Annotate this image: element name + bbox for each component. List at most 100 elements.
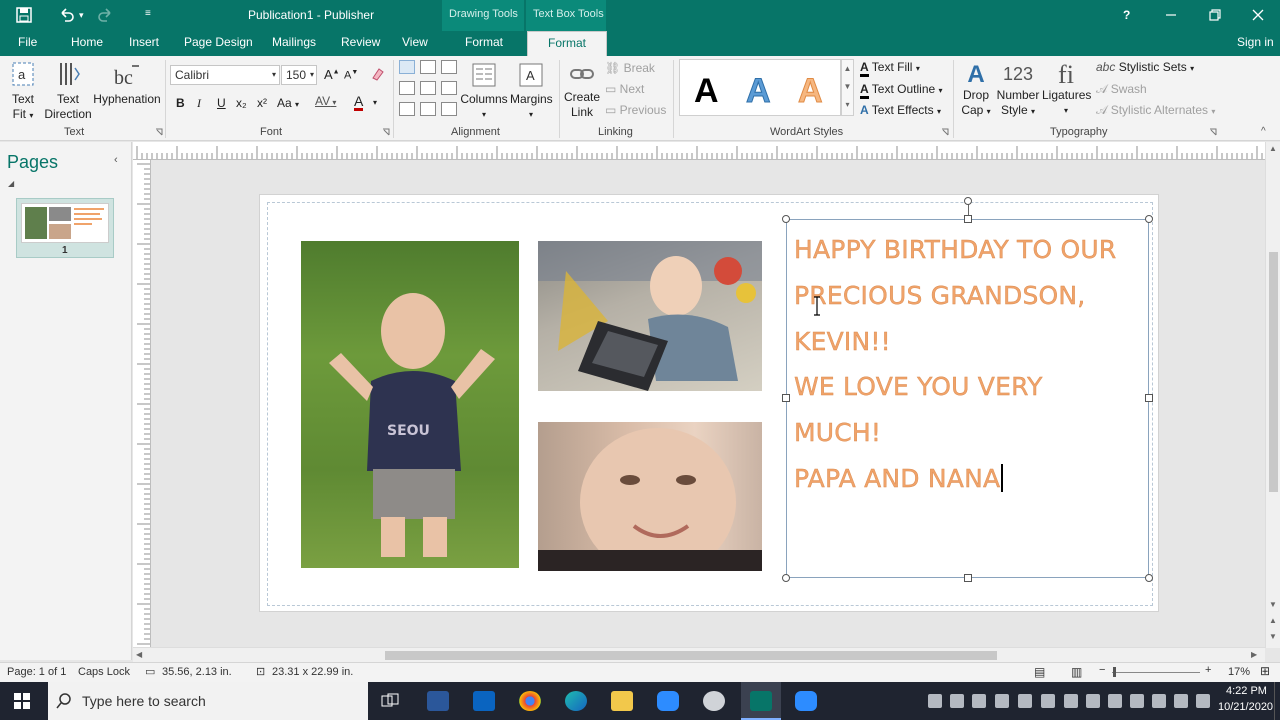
swash-button[interactable]: 𝒜 Swash [1096,82,1147,97]
customize-qat-icon[interactable]: ≡ [145,8,151,19]
undo-dropdown-icon[interactable]: ▾ [79,10,84,21]
tab-mailings[interactable]: Mailings [272,35,316,49]
zoom-out-icon[interactable]: − [1099,664,1105,676]
wifi-icon[interactable] [1174,694,1188,708]
margins-button[interactable]: A Margins ▾ [510,62,553,122]
expand-icon[interactable]: ◢ [8,179,14,188]
tab-format-textbox[interactable]: Format [527,31,608,56]
text-effects-button[interactable]: A Text Effects ▾ [860,103,941,117]
photo-toddler-grass[interactable]: SEOU [301,241,519,568]
tray-app-icon[interactable] [1018,694,1032,708]
font-name-combo[interactable]: Calibri ▾ [170,65,280,85]
skype-icon[interactable] [972,694,986,708]
resize-handle[interactable] [1145,215,1153,223]
tab-format-drawing[interactable]: Format [465,35,503,49]
rotation-handle[interactable] [964,197,972,205]
mail-app-icon[interactable] [473,691,495,711]
resize-handle[interactable] [964,215,972,223]
tray-app-icon[interactable] [1064,694,1078,708]
break-button[interactable]: ⛓ Break [605,61,655,75]
close-icon[interactable] [1251,8,1265,22]
edge-app-icon[interactable] [565,691,587,711]
sign-in-link[interactable]: Sign in [1237,35,1274,49]
vertical-scrollbar[interactable]: ▲ ▼ ▲ ▼ [1265,142,1280,648]
zoom-slider[interactable] [1112,672,1200,673]
previous-page-icon[interactable]: ▲ [1269,616,1277,625]
page-indicator[interactable]: Page: 1 of 1 [7,666,66,678]
character-spacing-icon[interactable]: AV ▾ [315,94,336,108]
wordart-text[interactable]: HAPPY BIRTHDAY TO OUR PRECIOUS GRANDSON,… [794,227,1134,502]
number-style-button[interactable]: 123 Number Style ▾ [996,58,1040,119]
collapse-pane-icon[interactable]: ‹ [114,154,118,166]
align-top-center-icon[interactable] [420,60,436,74]
object-position[interactable]: 35.56, 2.13 in. [162,666,232,678]
photo-baby-laptop[interactable] [538,241,762,391]
tab-home[interactable]: Home [71,35,103,49]
align-bottom-right-icon[interactable] [441,102,457,116]
horizontal-scroll-thumb[interactable] [385,651,997,660]
align-bottom-left-icon[interactable] [399,102,415,116]
align-top-right-icon[interactable] [441,60,457,74]
network-icon[interactable] [1152,694,1166,708]
zoom-slider-thumb[interactable] [1113,667,1116,677]
single-page-view-icon[interactable]: ▤ [1034,665,1045,679]
tray-app-icon[interactable] [1108,694,1122,708]
font-size-combo[interactable]: 150 ▾ [281,65,317,85]
help-button[interactable]: ? [1123,8,1130,22]
tab-insert[interactable]: Insert [129,35,159,49]
wordart-gallery-scroll[interactable]: ▲ ▼ ▾ [841,59,854,116]
windows-start-icon[interactable] [14,693,30,709]
document-canvas[interactable]: SEOU HAPPY BIRTHDAY TO OUR PRECIOUS GRAN… [152,160,1265,648]
clear-formatting-icon[interactable] [370,66,386,82]
ligatures-button[interactable]: fi Ligatures ▾ [1042,58,1091,118]
grow-font-icon[interactable]: A▲ [324,67,340,82]
align-middle-right-icon[interactable] [441,81,457,95]
zoom-app-icon[interactable] [657,691,679,711]
text-fill-button[interactable]: A Text Fill ▾ [860,60,920,77]
create-link-button[interactable]: Create Link [563,62,601,120]
scroll-right-icon[interactable]: ▶ [1251,650,1257,659]
shrink-font-icon[interactable]: A▼ [344,69,358,82]
tab-file[interactable]: File [18,35,37,49]
tray-app-icon[interactable] [950,694,964,708]
file-explorer-icon[interactable] [611,691,633,711]
tab-view[interactable]: View [402,35,428,49]
dialog-launcher-icon[interactable] [382,128,390,136]
align-top-left-icon[interactable] [399,60,415,74]
next-page-icon[interactable]: ▼ [1269,632,1277,641]
zoom-meeting-icon[interactable] [795,691,817,711]
resize-handle[interactable] [782,394,790,402]
paint-app-icon[interactable] [703,691,725,711]
wordart-style-black[interactable]: A [694,72,719,111]
object-size[interactable]: 23.31 x 22.99 in. [272,666,353,678]
italic-button[interactable]: I [197,96,201,111]
clock-time[interactable]: 4:22 PM [1226,685,1267,697]
horizontal-scrollbar[interactable]: ◀ ▶ [133,647,1265,662]
stylistic-alternates-button[interactable]: 𝒜 Stylistic Alternates ▾ [1096,103,1215,118]
superscript-button[interactable]: x² [257,96,267,110]
dialog-launcher-icon[interactable] [155,128,163,136]
resize-handle[interactable] [1145,394,1153,402]
scroll-left-icon[interactable]: ◀ [136,650,142,659]
show-desktop-button[interactable] [1274,682,1280,720]
text-direction-button[interactable]: Text Direction [44,60,92,122]
zoom-in-icon[interactable]: + [1205,664,1211,676]
tray-app-icon[interactable] [928,694,942,708]
align-bottom-center-icon[interactable] [420,102,436,116]
next-button[interactable]: ▭ Next [605,82,644,96]
vertical-scroll-thumb[interactable] [1269,252,1278,492]
undo-icon[interactable] [58,7,74,23]
taskbar-search-box[interactable]: Type here to search [48,682,368,720]
photo-baby-face[interactable] [538,422,762,571]
text-outline-button[interactable]: A Text Outline ▾ [860,82,943,99]
tab-review[interactable]: Review [341,35,380,49]
underline-button[interactable]: U [217,96,226,110]
page-thumbnail-1[interactable]: 1 [16,198,114,258]
text-fit-button[interactable]: a Text Fit ▾ [6,60,40,123]
save-icon[interactable] [16,7,32,23]
fit-page-icon[interactable]: ⊞ [1260,664,1270,678]
subscript-button[interactable]: x₂ [236,96,247,110]
redo-icon[interactable] [98,7,114,23]
wordart-style-orange[interactable]: A [798,72,824,111]
change-case-button[interactable]: Aa ▾ [277,96,299,110]
